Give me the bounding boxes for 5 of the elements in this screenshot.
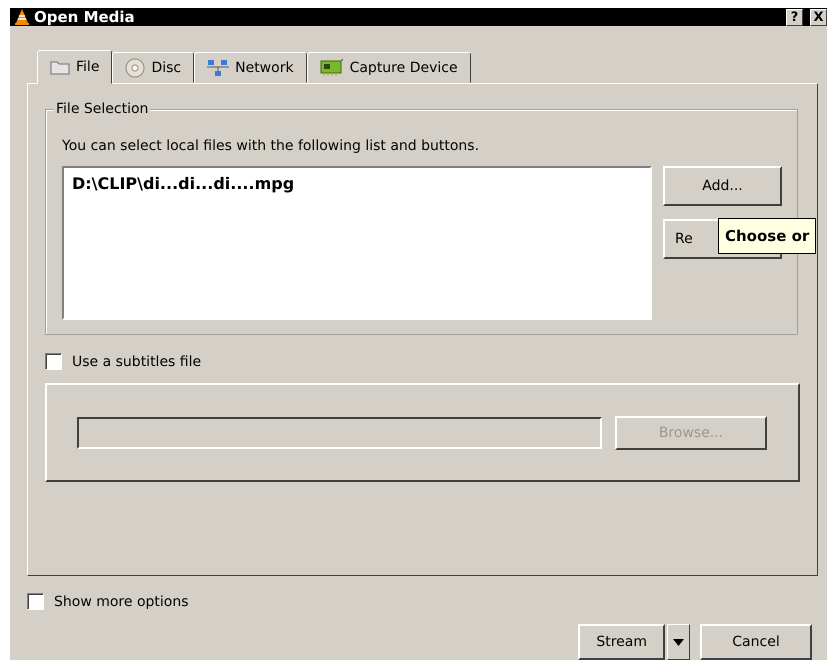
instruction-text: You can select local files with the following list and buttons. [62,138,480,154]
window-title: Open Media [34,8,136,26]
checkbox-label: Use a subtitles file [72,354,202,370]
checkbox-label: Show more options [54,594,189,610]
tooltip: Choose or [718,218,816,254]
